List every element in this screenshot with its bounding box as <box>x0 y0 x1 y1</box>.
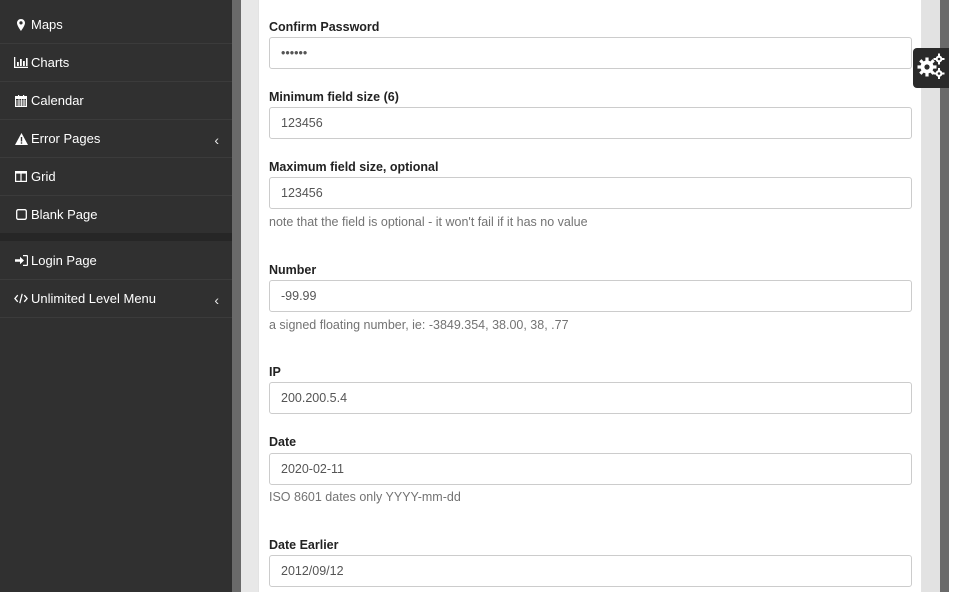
min-field-size-input[interactable] <box>269 107 912 139</box>
warning-icon <box>14 132 28 145</box>
sidebar-item-label: Charts <box>31 55 70 70</box>
right-gutter <box>922 0 940 592</box>
sidebar-item-error-pages[interactable]: Error Pages ‹ <box>0 120 232 158</box>
min-field-size-label: Minimum field size (6) <box>269 90 399 104</box>
right-edge <box>949 0 960 592</box>
sidebar-item-maps[interactable]: Maps <box>0 6 232 44</box>
max-field-size-input[interactable] <box>269 177 912 209</box>
content-background <box>241 0 258 592</box>
max-field-size-label: Maximum field size, optional <box>269 160 439 174</box>
date-label: Date <box>269 435 297 449</box>
columns-icon <box>14 171 28 182</box>
sidebar-divider <box>0 233 232 241</box>
bar-chart-icon <box>14 57 28 68</box>
date-help: ISO 8601 dates only YYYY-mm-dd <box>269 490 461 504</box>
sidebar-item-label: Unlimited Level Menu <box>31 291 157 306</box>
sidebar-item-unlimited-level-menu[interactable]: Unlimited Level Menu ‹ <box>0 280 232 318</box>
calendar-icon <box>14 94 28 107</box>
ip-label: IP <box>269 365 281 379</box>
square-icon <box>14 209 28 220</box>
sidebar-item-charts[interactable]: Charts <box>0 44 232 82</box>
max-field-size-help: note that the field is optional - it won… <box>269 215 588 229</box>
ip-input[interactable] <box>269 382 912 414</box>
sidebar: Maps Charts Calendar Error Pages ‹ Grid … <box>0 0 232 592</box>
sidebar-item-blank-page[interactable]: Blank Page <box>0 196 232 234</box>
sidebar-item-login-page[interactable]: Login Page <box>0 242 232 280</box>
content-gutter <box>232 0 241 592</box>
date-earlier-input[interactable] <box>269 555 912 587</box>
sidebar-item-label: Grid <box>31 169 56 184</box>
gears-icon <box>916 52 946 85</box>
date-input[interactable] <box>269 453 912 485</box>
sidebar-item-label: Error Pages <box>31 131 101 146</box>
scrollbar-track[interactable] <box>940 0 949 592</box>
sidebar-item-grid[interactable]: Grid <box>0 158 232 196</box>
sidebar-item-label: Blank Page <box>31 207 98 222</box>
settings-toggle-button[interactable] <box>913 48 949 88</box>
number-input[interactable] <box>269 280 912 312</box>
confirm-password-label: Confirm Password <box>269 20 380 34</box>
map-marker-icon <box>14 18 28 31</box>
sidebar-item-label: Maps <box>31 17 63 32</box>
sign-in-icon <box>14 255 28 266</box>
sidebar-item-label: Login Page <box>31 253 97 268</box>
date-earlier-label: Date Earlier <box>269 538 339 552</box>
code-icon <box>14 293 28 304</box>
sidebar-item-label: Calendar <box>31 93 84 108</box>
sidebar-item-calendar[interactable]: Calendar <box>0 82 232 120</box>
number-label: Number <box>269 263 317 277</box>
number-help: a signed floating number, ie: -3849.354,… <box>269 318 569 332</box>
chevron-left-icon: ‹ <box>214 291 219 308</box>
chevron-left-icon: ‹ <box>214 131 219 148</box>
confirm-password-input[interactable] <box>269 37 912 69</box>
